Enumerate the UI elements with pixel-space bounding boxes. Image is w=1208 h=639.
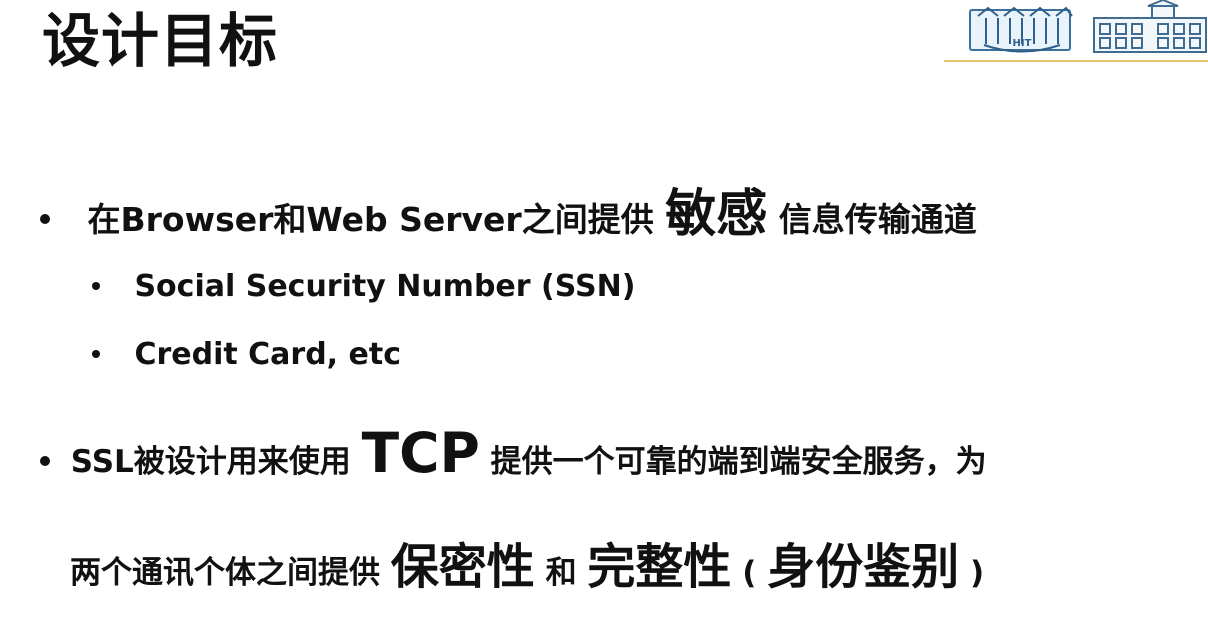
bullet-item-2-line-2: 两个通讯个体之间提供 保密性 和 完整性 ( 身份鉴别 ) (70, 527, 984, 597)
bullet-text-after: 提供一个可靠的端到端安全服务，为 (490, 444, 987, 480)
bullet-text-paren-open: ( (742, 555, 757, 591)
bullet-text-emphasis-1: 保密性 (390, 539, 535, 595)
bullet-text-paren-close: ) (970, 555, 985, 591)
university-seal-icon: HIT (969, 6, 1073, 53)
subitem-credit-card: Credit Card, etc (92, 337, 401, 372)
bullet-icon (40, 455, 50, 466)
subitem-ssn: Social Security Number (SSN) (92, 269, 635, 304)
campus-building-icon (1093, 0, 1207, 53)
bullet-text-emphasis: 敏感 (665, 185, 768, 244)
subitem-text: Social Security Number (SSN) (134, 269, 636, 304)
bullet-text-emphasis-3: 身份鉴别 (767, 539, 960, 595)
bullet-icon (40, 213, 50, 224)
subitem-text: Credit Card, etc (134, 337, 401, 372)
slide: 设计目标 HIT 在Browser和Web Server之间提供 敏感 信息传输… (0, 0, 1208, 639)
sub-bullet-icon (92, 281, 100, 290)
bullet-item-2-line-1: SSL被设计用来使用 TCP 提供一个可靠的端到端安全服务，为 (40, 421, 987, 485)
page-title: 设计目标 (42, 7, 279, 75)
logo-group: HIT (968, 0, 1208, 58)
header-divider (944, 60, 1208, 62)
bullet-item-1: 在Browser和Web Server之间提供 敏感 信息传输通道 (40, 172, 977, 246)
bullet-text-emphasis-2: 完整性 (587, 539, 732, 595)
bullet-text-before: 在Browser和Web Server之间提供 (87, 200, 654, 239)
bullet-text-middle: 和 (545, 555, 577, 591)
bullet-text-before: SSL被设计用来使用 (70, 444, 351, 480)
bullet-text-before: 两个通讯个体之间提供 (70, 555, 380, 591)
bullet-text-after: 信息传输通道 (778, 200, 977, 239)
university-seal-text: HIT (1013, 38, 1032, 49)
sub-bullet-icon (92, 349, 100, 358)
bullet-text-emphasis: TCP (361, 421, 480, 485)
